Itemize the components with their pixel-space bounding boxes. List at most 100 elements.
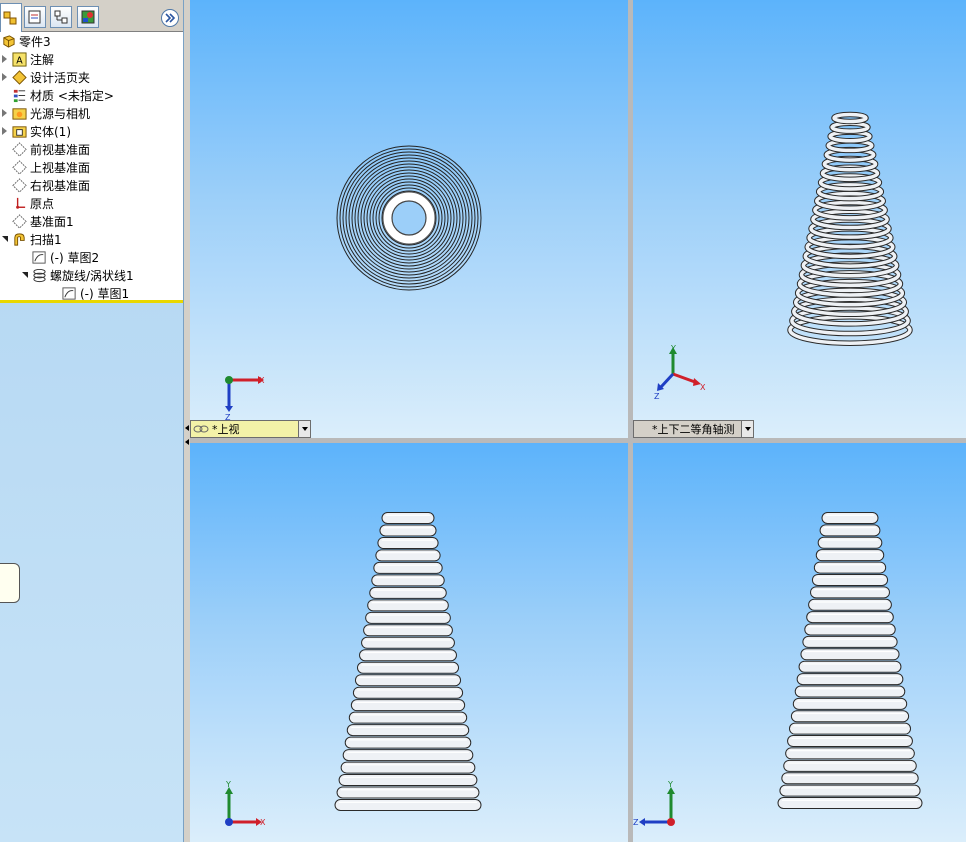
tree-item-material[interactable]: 材质 <未指定>	[0, 86, 114, 104]
expand-panel-button[interactable]	[161, 9, 179, 27]
coil-turn	[794, 685, 906, 698]
axis-label-x: X	[259, 376, 265, 385]
tree-item-label: 扫描1	[30, 232, 62, 247]
coil-turn	[808, 598, 892, 611]
coil-turn	[356, 661, 460, 674]
tree-item-helix1[interactable]: 螺旋线/涡状线1	[20, 266, 134, 284]
coil-turn	[336, 786, 480, 799]
tree-item-sweep1[interactable]: 扫描1	[0, 230, 62, 248]
tree-item-label: 实体(1)	[30, 124, 71, 139]
tree-item-label: 前视基准面	[30, 142, 91, 157]
coil-turn	[811, 573, 889, 586]
coil-turn	[781, 772, 919, 785]
tree-item-sketch2[interactable]: (-) 草图2	[20, 248, 99, 266]
tree-item-origin[interactable]: 原点	[0, 194, 54, 212]
tree-item-label: 光源与相机	[30, 106, 91, 121]
sketch-icon	[61, 286, 76, 300]
coil-turn	[813, 561, 887, 574]
tree-item-front-plane[interactable]: 前视基准面	[0, 140, 90, 158]
coil-turn	[348, 711, 468, 724]
propertymanager-tab[interactable]	[24, 6, 46, 28]
coil-turn	[815, 549, 885, 562]
axis-label-y: Y	[670, 344, 676, 353]
axis-triad: X Z	[225, 376, 265, 422]
feature-tree: 零件3 A 注解 设计活页夹 材质 <未指定> 光源与相机 实体(1) 前视基准…	[0, 32, 183, 303]
coil-turn	[804, 623, 896, 636]
plane-icon	[11, 141, 27, 157]
part-icon	[2, 34, 15, 48]
expand-arrow-icon[interactable]	[2, 109, 7, 117]
tree-item-label: (-) 草图1	[80, 286, 130, 301]
featuremanager-tab[interactable]	[0, 3, 22, 32]
coil-turn	[371, 574, 445, 587]
coil-turn	[340, 761, 476, 774]
collapse-arrow-icon[interactable]	[21, 272, 28, 278]
tree-item-solid-bodies[interactable]: 实体(1)	[0, 122, 71, 140]
coil-turn	[792, 697, 908, 710]
coil-turn	[361, 636, 455, 649]
axis-label-y: Y	[225, 780, 231, 789]
coil-turn	[798, 660, 902, 673]
view-name: *上视	[212, 423, 240, 436]
viewport-top[interactable]: X Z *上视	[190, 0, 628, 438]
view-orientation-dropdown-iso[interactable]: *上下二等角轴测	[633, 420, 754, 438]
double-chevron-right-icon	[165, 13, 176, 23]
tree-item-label: 材质 <未指定>	[30, 88, 114, 103]
configurationmanager-tab[interactable]	[50, 6, 72, 28]
expand-arrow-icon[interactable]	[2, 73, 7, 81]
tree-item-label: 注解	[30, 52, 55, 67]
coil-turn	[802, 635, 898, 648]
coil-turn	[379, 524, 437, 537]
coil-turn	[777, 797, 923, 809]
viewport-right[interactable]: Y Z	[633, 443, 966, 842]
panel-tabs	[0, 0, 183, 32]
tree-item-label: 螺旋线/涡状线1	[50, 268, 134, 283]
plane-icon	[11, 213, 27, 229]
coil-turn	[367, 599, 449, 612]
feature-manager-panel: 零件3 A 注解 设计活页夹 材质 <未指定> 光源与相机 实体(1) 前视基准…	[0, 0, 184, 842]
coil-turn	[787, 735, 913, 748]
tooltip-callout	[0, 563, 20, 603]
dropdown-arrow[interactable]	[741, 421, 753, 437]
coil-turn	[338, 774, 478, 787]
coil-turn	[783, 759, 917, 772]
collapse-arrow-icon[interactable]	[1, 236, 8, 242]
coil-turn	[810, 586, 890, 599]
dropdown-arrow[interactable]	[298, 421, 310, 437]
view-orientation-dropdown-top[interactable]: *上视	[190, 420, 311, 438]
coil-turn	[788, 722, 912, 735]
tree-item-lights-cameras[interactable]: 光源与相机	[0, 104, 90, 122]
coil-turn	[352, 686, 464, 699]
displaymanager-tab[interactable]	[77, 6, 99, 28]
view-name: *上下二等角轴测	[652, 423, 735, 436]
axis-label-x: X	[260, 818, 266, 827]
tree-item-plane1[interactable]: 基准面1	[0, 212, 74, 230]
viewport-isometric[interactable]: Y X Z *上下二等角轴测	[633, 0, 966, 438]
configuration-icon	[54, 10, 68, 24]
coil-turn	[365, 611, 451, 624]
tree-item-label: 右视基准面	[30, 178, 91, 193]
viewport-front[interactable]: Y X	[190, 443, 628, 842]
tree-root-label: 零件3	[19, 34, 51, 49]
coil-turn	[334, 799, 482, 811]
helix-icon	[32, 268, 46, 282]
coil-turn	[363, 624, 453, 637]
chevron-down-icon	[301, 427, 308, 431]
axis-triad: Y X	[225, 780, 266, 827]
tree-item-sketch1[interactable]: (-) 草图1	[50, 284, 129, 302]
expand-arrow-icon[interactable]	[2, 127, 7, 135]
coil-turn	[342, 749, 474, 762]
coil-turn	[344, 736, 472, 749]
sketch-icon	[31, 250, 46, 264]
tree-item-label: 原点	[30, 196, 55, 211]
tree-item-top-plane[interactable]: 上视基准面	[0, 158, 90, 176]
tree-item-annotations[interactable]: A 注解	[0, 50, 54, 68]
property-sheet-icon	[28, 10, 41, 24]
coil-turn	[790, 710, 910, 723]
link-views-icon[interactable]	[193, 424, 209, 434]
expand-arrow-icon[interactable]	[2, 55, 7, 63]
coil-turn	[800, 648, 900, 661]
tree-item-right-plane[interactable]: 右视基准面	[0, 176, 90, 194]
tree-item-design-binder[interactable]: 设计活页夹	[0, 68, 90, 86]
tree-root[interactable]: 零件3	[0, 32, 51, 50]
